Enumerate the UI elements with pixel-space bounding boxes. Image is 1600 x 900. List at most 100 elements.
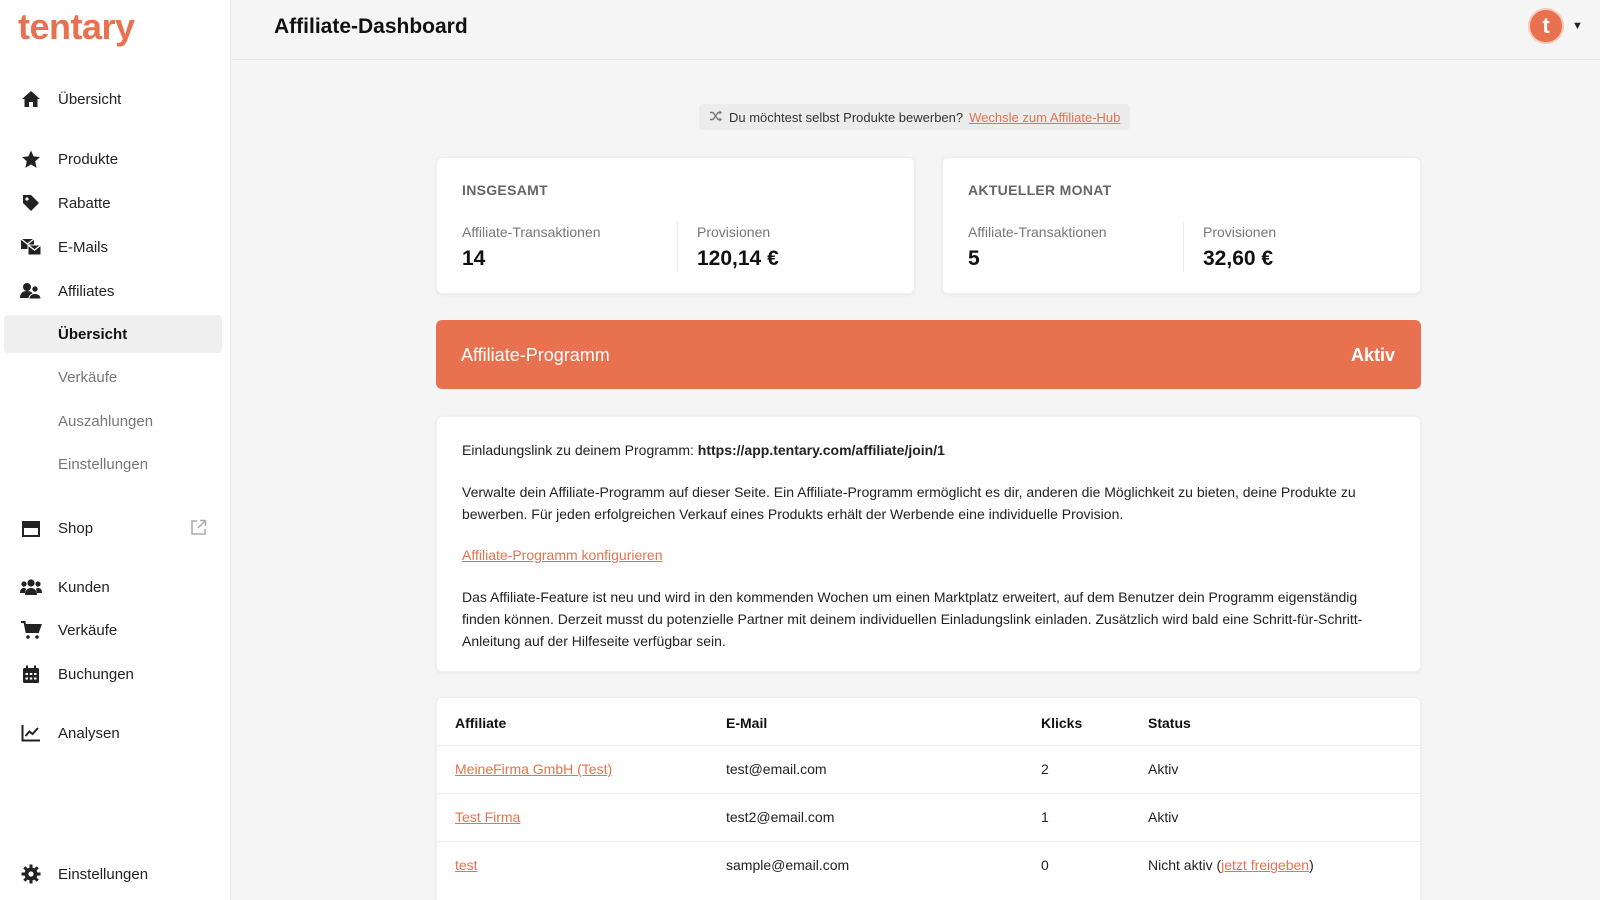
sidebar-item-label: Verkäufe (58, 621, 118, 639)
column-header-clicks[interactable]: Klicks (1041, 715, 1082, 731)
divider (677, 222, 678, 272)
customers-icon (20, 577, 42, 597)
invite-link-line: Einladungslink zu deinem Programm: https… (462, 439, 1397, 461)
sidebar-item-sales[interactable]: Verkäufe (4, 611, 222, 649)
sidebar-subitem-label: Auszahlungen (58, 412, 154, 430)
commissions-value: 32,60 € (1203, 247, 1274, 270)
column-header-email[interactable]: E-Mail (726, 715, 767, 731)
email-cell: test2@email.com (726, 809, 835, 825)
sidebar-item-label: Affiliates (58, 282, 115, 300)
status-cell: Nicht aktiv (jetzt freigeben) (1148, 857, 1314, 873)
sidebar-subitem-sales[interactable]: Verkäufe (4, 358, 222, 396)
sidebar-item-label: Kunden (58, 578, 110, 596)
affiliate-link[interactable]: test (455, 857, 478, 873)
affiliate-hub-link[interactable]: Wechsle zum Affiliate-Hub (969, 110, 1120, 125)
table-row: test sample@email.com 0 Nicht aktiv (jet… (437, 841, 1420, 889)
affiliate-link[interactable]: Test Firma (455, 809, 520, 825)
sidebar: tentary Übersicht Produkte Rabatte E-Mai… (0, 0, 231, 900)
sidebar-item-products[interactable]: Produkte (4, 140, 222, 178)
shuffle-icon (709, 110, 723, 125)
divider (1183, 222, 1184, 272)
gear-icon (20, 864, 42, 884)
email-cell: sample@email.com (726, 857, 850, 873)
sidebar-item-emails[interactable]: E-Mails (4, 228, 222, 266)
affiliate-program-banner[interactable]: Affiliate-Programm Aktiv (436, 320, 1421, 389)
stat-card-title: AKTUELLER MONAT (968, 182, 1112, 198)
sidebar-item-discounts[interactable]: Rabatte (4, 184, 222, 222)
sidebar-item-label: E-Mails (58, 238, 109, 256)
stat-card-title: INSGESAMT (462, 182, 548, 198)
external-link-icon[interactable] (190, 519, 207, 540)
sidebar-subitem-payouts[interactable]: Auszahlungen (4, 402, 222, 440)
clicks-cell: 2 (1041, 761, 1049, 777)
clicks-cell: 0 (1041, 857, 1049, 873)
sidebar-item-label: Analysen (58, 724, 120, 742)
calendar-icon (20, 664, 42, 684)
cart-icon (20, 620, 42, 640)
affiliate-hub-notice: Du möchtest selbst Produkte bewerben? We… (699, 104, 1131, 130)
star-icon (20, 149, 42, 169)
sidebar-subitem-label: Übersicht (58, 325, 128, 343)
notice-text: Du möchtest selbst Produkte bewerben? (729, 109, 964, 125)
sidebar-item-bookings[interactable]: Buchungen (4, 655, 222, 693)
table-row: MeineFirma GmbH (Test) test@email.com 2 … (437, 745, 1420, 793)
sidebar-item-overview[interactable]: Übersicht (4, 80, 222, 118)
sidebar-item-analytics[interactable]: Analysen (4, 714, 222, 752)
status-text: Nicht aktiv ( (1148, 857, 1222, 873)
users-icon (20, 281, 42, 301)
email-cell: test@email.com (726, 761, 827, 777)
mail-icon (20, 237, 42, 257)
stats-total-card: INSGESAMT Affiliate-Transaktionen 14 Pro… (436, 157, 915, 294)
transactions-value: 14 (462, 247, 486, 270)
column-header-status[interactable]: Status (1148, 715, 1191, 731)
transactions-label: Affiliate-Transaktionen (968, 224, 1107, 240)
sidebar-subitem-label: Verkäufe (58, 368, 118, 386)
sidebar-item-label: Übersicht (58, 90, 122, 108)
sidebar-item-customers[interactable]: Kunden (4, 568, 222, 606)
sidebar-item-label: Rabatte (58, 194, 111, 212)
sidebar-item-label: Einstellungen (58, 865, 149, 883)
tag-icon (20, 193, 42, 213)
sidebar-item-label: Buchungen (58, 665, 134, 683)
status-cell: Aktiv (1148, 761, 1179, 777)
sidebar-item-affiliates[interactable]: Affiliates (4, 272, 222, 310)
sidebar-subitem-label: Einstellungen (58, 455, 149, 473)
page-title: Affiliate-Dashboard (274, 15, 468, 38)
status-cell: Aktiv (1148, 809, 1179, 825)
status-close-paren: ) (1309, 857, 1314, 873)
configure-link-wrap: Affiliate-Programm konfigurieren (462, 544, 1397, 566)
sidebar-item-settings[interactable]: Einstellungen (4, 855, 222, 893)
avatar[interactable]: t (1528, 8, 1564, 44)
table-row: Test Firma test2@email.com 1 Aktiv (437, 793, 1420, 841)
sidebar-subitem-settings[interactable]: Einstellungen (4, 445, 222, 483)
banner-title: Affiliate-Programm (461, 345, 610, 365)
program-status: Aktiv (1350, 345, 1395, 365)
commissions-label: Provisionen (1203, 224, 1277, 240)
chart-icon (20, 723, 42, 743)
stats-month-card: AKTUELLER MONAT Affiliate-Transaktionen … (942, 157, 1421, 294)
store-icon (20, 518, 42, 538)
topbar: Affiliate-Dashboard t ▼ (232, 0, 1600, 60)
transactions-label: Affiliate-Transaktionen (462, 224, 601, 240)
home-icon (20, 89, 42, 109)
program-info-card: Einladungslink zu deinem Programm: https… (436, 416, 1421, 672)
column-header-affiliate[interactable]: Affiliate (455, 715, 506, 731)
invite-label: Einladungslink zu deinem Programm: (462, 442, 694, 458)
affiliate-link[interactable]: MeineFirma GmbH (Test) (455, 761, 612, 777)
commissions-value: 120,14 € (697, 247, 779, 270)
sidebar-item-shop[interactable]: Shop (4, 509, 222, 547)
feature-note: Das Affiliate-Feature ist neu und wird i… (462, 589, 1363, 649)
sidebar-subitem-overview[interactable]: Übersicht (4, 315, 222, 353)
approve-now-link[interactable]: jetzt freigeben (1221, 857, 1309, 873)
sidebar-item-label: Produkte (58, 150, 119, 168)
configure-program-link[interactable]: Affiliate-Programm konfigurieren (462, 547, 663, 563)
transactions-value: 5 (968, 247, 980, 270)
tentary-logo[interactable]: tentary (18, 6, 135, 48)
sidebar-item-label: Shop (58, 519, 94, 537)
chevron-down-icon[interactable]: ▼ (1572, 20, 1583, 32)
invite-url[interactable]: https://app.tentary.com/affiliate/join/1 (698, 442, 945, 458)
program-description: Verwalte dein Affiliate-Programm auf die… (462, 484, 1356, 522)
commissions-label: Provisionen (697, 224, 771, 240)
clicks-cell: 1 (1041, 809, 1049, 825)
affiliates-table: Affiliate E-Mail Klicks Status MeineFirm… (436, 697, 1421, 900)
